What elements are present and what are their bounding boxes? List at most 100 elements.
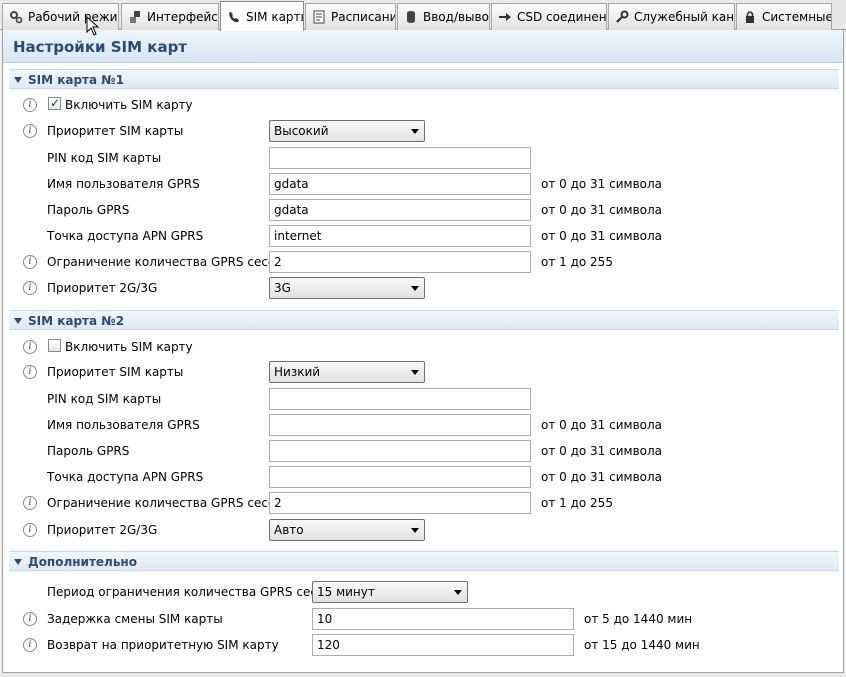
extra-period-select[interactable]: 15 минут — [312, 581, 468, 603]
input-value: 10 — [317, 612, 333, 626]
page-header: Настройки SIM карт — [3, 30, 843, 63]
sim2-password-label: Пароль GPRS — [47, 444, 130, 458]
chevron-down-icon — [411, 129, 419, 134]
sim1-sessions-label: Ограничение количества GPRS сессий — [47, 255, 291, 269]
sim2-user-hint: от 0 до 31 символа — [541, 418, 663, 432]
sim2-enable-checkbox[interactable] — [48, 339, 61, 352]
info-icon[interactable]: i — [23, 281, 37, 295]
info-icon[interactable]: i — [23, 638, 37, 652]
tab-label: Расписание — [331, 10, 395, 24]
extra-delay-hint: от 5 до 1440 мин — [584, 612, 693, 626]
tab-schedule[interactable]: Расписание — [305, 3, 396, 30]
info-icon[interactable]: i — [23, 98, 37, 112]
sim1-password-hint: от 0 до 31 символа — [541, 203, 663, 217]
sim1-user-hint: от 0 до 31 символа — [541, 177, 663, 191]
sim2-user-row: Имя пользователя GPRS от 0 до 31 символа — [3, 413, 843, 437]
extra-delay-row: i Задержка смены SIM карты 10 от 5 до 14… — [3, 607, 843, 631]
phone-icon — [227, 10, 241, 24]
chevron-down-icon — [454, 590, 462, 595]
select-value: Авто — [274, 523, 304, 537]
extra-return-hint: от 15 до 1440 мин — [584, 638, 700, 652]
info-icon[interactable]: i — [23, 365, 37, 379]
arrow-right-icon — [498, 10, 512, 24]
sim1-pin-input[interactable] — [269, 147, 531, 169]
sim1-user-input[interactable]: gdata — [269, 173, 531, 195]
tab-label: Интерфейсы — [147, 10, 218, 24]
extra-period-label: Период ограничения количества GPRS сесси… — [47, 585, 340, 599]
info-icon[interactable]: i — [23, 255, 37, 269]
sim2-apn-input[interactable] — [269, 466, 531, 488]
sim2-sessions-row: i Ограничение количества GPRS сессий 2 о… — [3, 491, 843, 515]
extra-return-label: Возврат на приоритетную SIM карту — [47, 638, 279, 652]
sim1-pin-label: PIN код SIM карты — [47, 151, 162, 165]
sim2-sessions-input[interactable]: 2 — [269, 492, 531, 514]
bottom-border — [0, 673, 846, 677]
mouse-cursor-icon — [86, 16, 100, 36]
schedule-icon — [312, 10, 326, 24]
sim2-apn-label: Точка доступа APN GPRS — [47, 470, 204, 484]
select-value: Низкий — [274, 365, 321, 379]
extra-period-row: Период ограничения количества GPRS сесси… — [3, 580, 843, 604]
tab-interfaces[interactable]: Интерфейсы — [121, 3, 219, 30]
section-sim1-header[interactable]: SIM карта №1 — [9, 69, 839, 89]
extra-return-input[interactable]: 120 — [312, 634, 574, 656]
input-value: 120 — [317, 638, 340, 652]
sim2-net-select[interactable]: Авто — [269, 519, 425, 541]
select-value: 15 минут — [317, 585, 375, 599]
sim1-net-label: Приоритет 2G/3G — [47, 281, 158, 295]
info-icon[interactable]: i — [23, 496, 37, 510]
tab-label: CSD соединение — [517, 10, 607, 24]
sim1-priority-select[interactable]: Высокий — [269, 120, 425, 142]
sim1-priority-label: Приоритет SIM карты — [47, 124, 184, 138]
sim2-pin-input[interactable] — [269, 388, 531, 410]
info-icon[interactable]: i — [23, 124, 37, 138]
tab-system[interactable]: Системные — [736, 3, 832, 30]
tab-work-mode[interactable]: Рабочий режим — [2, 3, 119, 30]
sim2-password-input[interactable] — [269, 440, 531, 462]
sim2-pin-row: PIN код SIM карты — [3, 387, 843, 411]
sim1-sessions-row: i Ограничение количества GPRS сессий 2 о… — [3, 250, 843, 274]
tab-sim-cards[interactable]: SIM карты — [220, 1, 304, 31]
chevron-down-icon — [411, 370, 419, 375]
tab-bar: Рабочий режим Интерфейсы SIM карты Распи… — [0, 0, 846, 31]
section-title: SIM карта №2 — [28, 314, 125, 328]
sim2-priority-select[interactable]: Низкий — [269, 361, 425, 383]
sim1-sessions-hint: от 1 до 255 — [541, 255, 613, 269]
sim1-apn-label: Точка доступа APN GPRS — [47, 229, 204, 243]
sim1-enable-row: i ✓ Включить SIM карту — [3, 93, 843, 117]
collapse-triangle-icon — [14, 559, 22, 565]
sim2-net-label: Приоритет 2G/3G — [47, 523, 158, 537]
lock-icon — [743, 10, 757, 24]
tab-io[interactable]: Ввод/вывод — [397, 3, 490, 30]
sim1-password-label: Пароль GPRS — [47, 203, 130, 217]
sim1-user-label: Имя пользователя GPRS — [47, 177, 200, 191]
input-value: 2 — [274, 255, 282, 269]
checkmark-icon: ✓ — [50, 96, 61, 110]
extra-delay-input[interactable]: 10 — [312, 608, 574, 630]
info-icon[interactable]: i — [23, 340, 37, 354]
chevron-down-icon — [411, 286, 419, 291]
section-sim2-header[interactable]: SIM карта №2 — [9, 310, 839, 330]
sim1-net-select[interactable]: 3G — [269, 277, 425, 299]
sim2-apn-hint: от 0 до 31 символа — [541, 470, 663, 484]
sim1-apn-input[interactable]: internet — [269, 225, 531, 247]
tab-csd[interactable]: CSD соединение — [491, 3, 607, 30]
sim2-enable-row: i Включить SIM карту — [3, 335, 843, 359]
sim1-password-input[interactable]: gdata — [269, 199, 531, 221]
sim1-priority-row: i Приоритет SIM карты Высокий — [3, 119, 843, 143]
sim2-password-row: Пароль GPRS от 0 до 31 символа — [3, 439, 843, 463]
sim2-user-input[interactable] — [269, 414, 531, 436]
wrench-icon — [615, 10, 629, 24]
sim1-sessions-input[interactable]: 2 — [269, 251, 531, 273]
sim1-enable-checkbox[interactable]: ✓ — [48, 96, 61, 110]
plug-icon — [128, 10, 142, 24]
sim2-sessions-hint: от 1 до 255 — [541, 496, 613, 510]
database-icon — [404, 10, 418, 24]
section-extra-header[interactable]: Дополнительно — [9, 551, 839, 571]
input-value: 2 — [274, 496, 282, 510]
info-icon[interactable]: i — [23, 523, 37, 537]
sim2-apn-row: Точка доступа APN GPRS от 0 до 31 символ… — [3, 465, 843, 489]
info-icon[interactable]: i — [23, 612, 37, 626]
sim2-priority-row: i Приоритет SIM карты Низкий — [3, 360, 843, 384]
tab-service-channel[interactable]: Служебный канал — [608, 3, 735, 30]
